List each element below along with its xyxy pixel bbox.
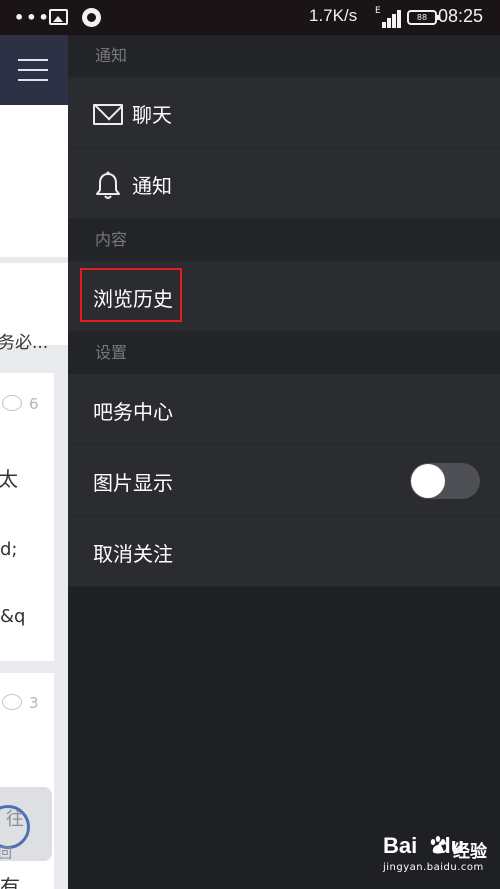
menu-item-unfollow[interactable]: 取消关注 (68, 516, 500, 587)
menu-item-label: 吧务中心 (93, 400, 173, 424)
comment-count: 6 (29, 395, 39, 413)
watermark-logo: Bai du (383, 833, 465, 858)
forum-info-card: 到 (0, 105, 68, 315)
post-text-line: &q (0, 606, 26, 627)
menu-item-history[interactable]: 浏览历史 (68, 261, 500, 332)
bell-icon (96, 171, 120, 199)
paw-icon (430, 836, 446, 854)
section-header-notifications: 通知 (68, 35, 500, 77)
post-card[interactable]: 6 太 d; &q (0, 373, 54, 661)
signal-icon: E (375, 6, 401, 28)
mail-icon (93, 104, 123, 125)
post-text-line: 太 (0, 467, 18, 491)
clock: 08:25 (438, 6, 484, 26)
app-notification-icon (82, 8, 101, 27)
notice-text[interactable]: 务必... (0, 328, 48, 353)
page-header (0, 35, 68, 105)
menu-item-bar-center[interactable]: 吧务中心 (68, 374, 500, 445)
menu-item-label: 取消关注 (93, 542, 173, 566)
more-notifications-icon: ••• (14, 8, 51, 27)
comment-icon (2, 395, 22, 411)
comment-count: 3 (29, 694, 39, 712)
background-page: 到 务必... 6 太 d; &q 3 有 往 回 (0, 35, 68, 889)
notice-card: 务必... (0, 263, 68, 353)
section-header-settings: 设置 (68, 332, 500, 374)
image-display-toggle[interactable] (410, 463, 480, 499)
menu-item-label: 图片显示 (93, 471, 173, 495)
network-speed: 1.7K/s (309, 6, 358, 25)
section-header-content: 内容 (68, 219, 500, 261)
comment-icon (2, 694, 22, 710)
watermark-url: jingyan.baidu.com (383, 862, 484, 873)
menu-item-chat[interactable]: 聊天 (68, 77, 500, 148)
baidu-jingyan-watermark: Bai du 经验 jingyan.baidu.com (383, 833, 493, 881)
menu-item-notify[interactable]: 通知 (68, 148, 500, 219)
toggle-knob (411, 464, 445, 498)
network-type: E (375, 6, 381, 16)
menu-item-label: 通知 (132, 174, 172, 198)
post-text-line: d; (0, 539, 18, 560)
post-text-line: 有 (0, 875, 20, 889)
floating-refresh-button[interactable]: 往 回 (0, 787, 52, 862)
menu-item-image-display[interactable]: 图片显示 (68, 445, 500, 516)
menu-item-label: 聊天 (132, 103, 172, 127)
menu-item-label: 浏览历史 (93, 287, 173, 311)
watermark-product: 经验 (453, 842, 487, 862)
battery-icon: 88 (407, 10, 440, 25)
side-drawer: 通知 聊天 通知 内容 浏览历史 设置 吧务中心 图片显示 取消关注 (68, 35, 500, 889)
menu-icon[interactable] (18, 59, 48, 81)
status-bar: ••• 1.7K/s E 88 08:25 (0, 0, 500, 35)
image-notification-icon (49, 9, 68, 25)
